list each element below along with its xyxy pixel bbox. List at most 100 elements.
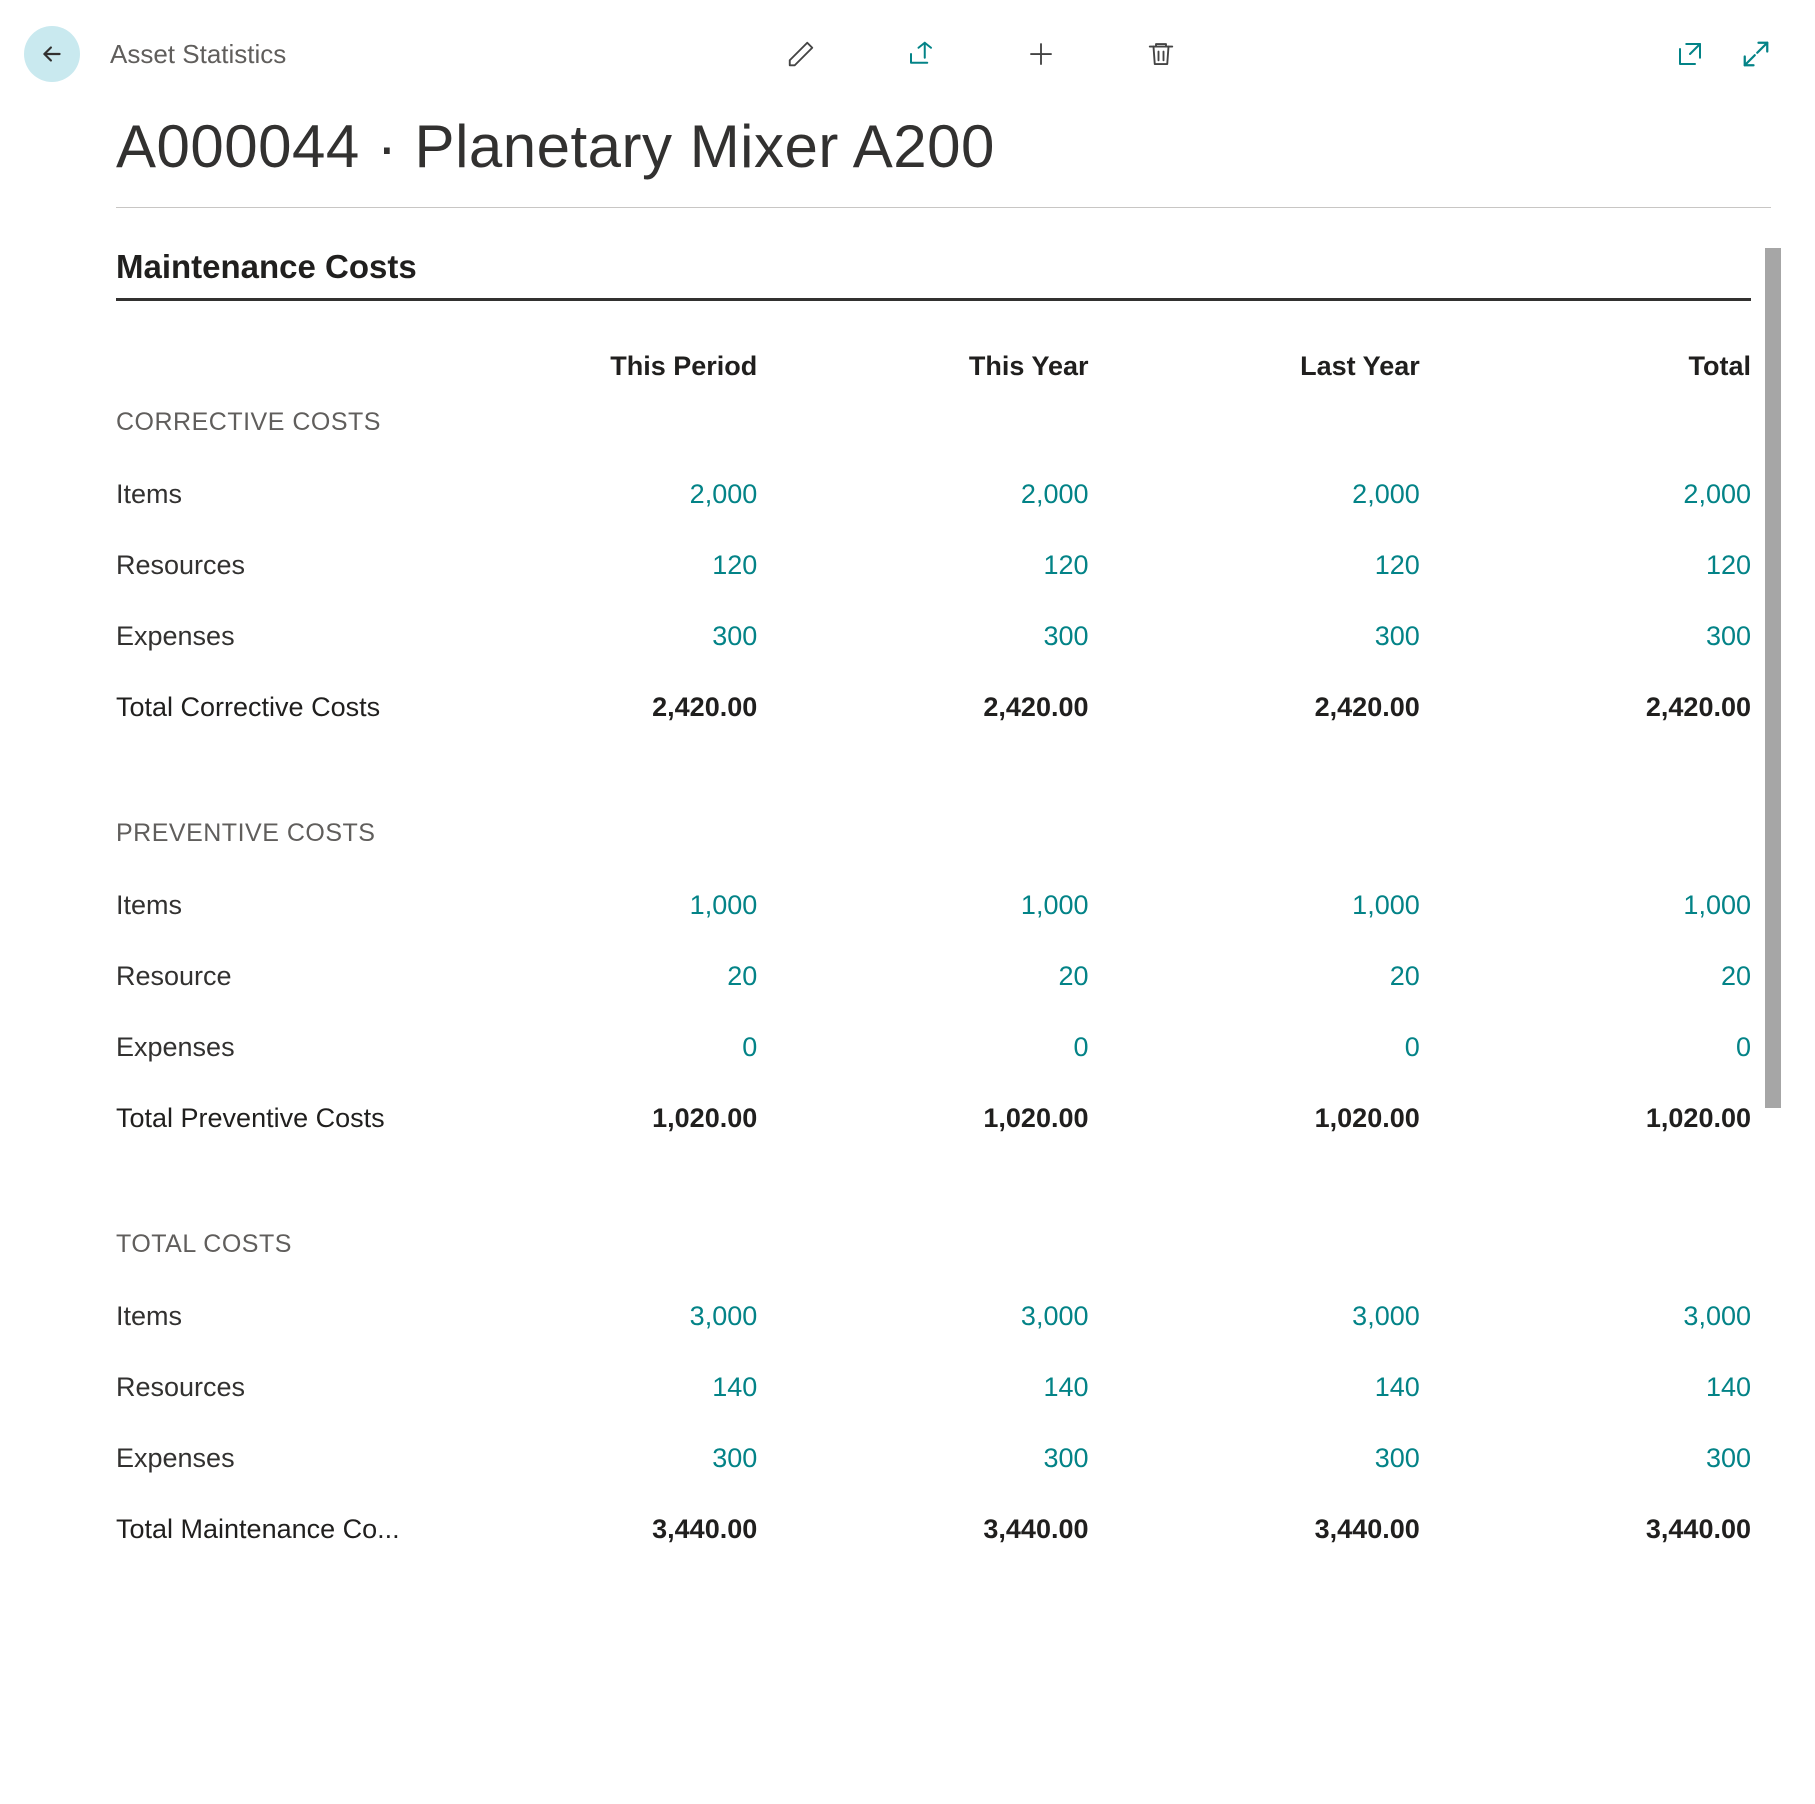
total-value: 3,440.00 (1420, 1494, 1751, 1565)
delete-button[interactable] (1146, 39, 1176, 69)
value-cell[interactable]: 3,000 (426, 1281, 757, 1352)
total-value: 2,420.00 (426, 672, 757, 783)
group-name: TOTAL COSTS (116, 1194, 1751, 1281)
group-header: CORRECTIVE COSTS (116, 396, 1751, 459)
value-cell[interactable]: 120 (1089, 530, 1420, 601)
value-cell[interactable]: 1,000 (1420, 870, 1751, 941)
table-row: Items2,0002,0002,0002,000 (116, 459, 1751, 530)
group-header: TOTAL COSTS (116, 1194, 1751, 1281)
total-label: Total Preventive Costs (116, 1083, 426, 1194)
total-value: 3,440.00 (757, 1494, 1088, 1565)
value-cell[interactable]: 1,000 (757, 870, 1088, 941)
row-label: Resource (116, 941, 426, 1012)
table-row: Expenses300300300300 (116, 601, 1751, 672)
row-label: Expenses (116, 1012, 426, 1083)
value-cell[interactable]: 0 (1420, 1012, 1751, 1083)
value-cell[interactable]: 20 (757, 941, 1088, 1012)
row-label: Resources (116, 530, 426, 601)
table-header-row: This Period This Year Last Year Total (116, 351, 1751, 396)
share-button[interactable] (906, 39, 936, 69)
toolbar: Asset Statistics (24, 24, 1771, 84)
value-cell[interactable]: 120 (426, 530, 757, 601)
back-button[interactable] (24, 26, 80, 82)
table-row: Expenses300300300300 (116, 1423, 1751, 1494)
row-label: Expenses (116, 601, 426, 672)
row-label: Expenses (116, 1423, 426, 1494)
section-underline (116, 298, 1751, 301)
table-row: Resource20202020 (116, 941, 1751, 1012)
value-cell[interactable]: 2,000 (426, 459, 757, 530)
value-cell[interactable]: 0 (757, 1012, 1088, 1083)
open-new-window-button[interactable] (1675, 39, 1705, 69)
value-cell[interactable]: 2,000 (757, 459, 1088, 530)
row-label: Items (116, 870, 426, 941)
value-cell[interactable]: 0 (426, 1012, 757, 1083)
value-cell[interactable]: 140 (1089, 1352, 1420, 1423)
value-cell[interactable]: 2,000 (1420, 459, 1751, 530)
value-cell[interactable]: 1,000 (426, 870, 757, 941)
total-value: 2,420.00 (1420, 672, 1751, 783)
maintenance-costs-table: This Period This Year Last Year Total CO… (116, 351, 1751, 1565)
col-this-period: This Period (426, 351, 757, 396)
group-name: CORRECTIVE COSTS (116, 396, 1751, 459)
total-row: Total Preventive Costs1,020.001,020.001,… (116, 1083, 1751, 1194)
total-value: 1,020.00 (1089, 1083, 1420, 1194)
value-cell[interactable]: 300 (1420, 601, 1751, 672)
total-label: Total Corrective Costs (116, 672, 426, 783)
col-last-year: Last Year (1089, 351, 1420, 396)
total-value: 2,420.00 (1089, 672, 1420, 783)
table-row: Resources140140140140 (116, 1352, 1751, 1423)
col-total: Total (1420, 351, 1751, 396)
value-cell[interactable]: 300 (1089, 601, 1420, 672)
new-button[interactable] (1026, 39, 1056, 69)
content-scroll-area: Maintenance Costs This Period This Year … (116, 208, 1771, 1762)
value-cell[interactable]: 140 (757, 1352, 1088, 1423)
breadcrumb[interactable]: Asset Statistics (98, 39, 286, 70)
total-value: 2,420.00 (757, 672, 1088, 783)
arrow-left-icon (39, 41, 65, 67)
value-cell[interactable]: 140 (426, 1352, 757, 1423)
value-cell[interactable]: 20 (1420, 941, 1751, 1012)
value-cell[interactable]: 3,000 (1089, 1281, 1420, 1352)
value-cell[interactable]: 140 (1420, 1352, 1751, 1423)
fullscreen-button[interactable] (1741, 39, 1771, 69)
value-cell[interactable]: 120 (1420, 530, 1751, 601)
value-cell[interactable]: 120 (757, 530, 1088, 601)
row-label: Resources (116, 1352, 426, 1423)
total-label: Total Maintenance Co... (116, 1494, 426, 1565)
total-value: 1,020.00 (757, 1083, 1088, 1194)
group-name: PREVENTIVE COSTS (116, 783, 1751, 870)
value-cell[interactable]: 300 (757, 601, 1088, 672)
expand-icon (1741, 39, 1771, 69)
table-row: Items3,0003,0003,0003,000 (116, 1281, 1751, 1352)
value-cell[interactable]: 20 (1089, 941, 1420, 1012)
value-cell[interactable]: 300 (426, 601, 757, 672)
edit-button[interactable] (786, 39, 816, 69)
total-value: 3,440.00 (1089, 1494, 1420, 1565)
pencil-icon (786, 39, 816, 69)
total-value: 1,020.00 (1420, 1083, 1751, 1194)
row-label: Items (116, 1281, 426, 1352)
table-row: Items1,0001,0001,0001,000 (116, 870, 1751, 941)
value-cell[interactable]: 300 (757, 1423, 1088, 1494)
total-value: 3,440.00 (426, 1494, 757, 1565)
table-row: Expenses0000 (116, 1012, 1751, 1083)
value-cell[interactable]: 3,000 (1420, 1281, 1751, 1352)
value-cell[interactable]: 3,000 (757, 1281, 1088, 1352)
total-row: Total Maintenance Co...3,440.003,440.003… (116, 1494, 1751, 1565)
section-title: Maintenance Costs (116, 208, 1751, 298)
value-cell[interactable]: 1,000 (1089, 870, 1420, 941)
value-cell[interactable]: 300 (1089, 1423, 1420, 1494)
value-cell[interactable]: 300 (1420, 1423, 1751, 1494)
total-value: 1,020.00 (426, 1083, 757, 1194)
row-label: Items (116, 459, 426, 530)
total-row: Total Corrective Costs2,420.002,420.002,… (116, 672, 1751, 783)
value-cell[interactable]: 300 (426, 1423, 757, 1494)
value-cell[interactable]: 2,000 (1089, 459, 1420, 530)
popout-icon (1675, 39, 1705, 69)
page-title: A000044 · Planetary Mixer A200 (24, 84, 1771, 207)
group-header: PREVENTIVE COSTS (116, 783, 1751, 870)
value-cell[interactable]: 0 (1089, 1012, 1420, 1083)
col-this-year: This Year (757, 351, 1088, 396)
value-cell[interactable]: 20 (426, 941, 757, 1012)
